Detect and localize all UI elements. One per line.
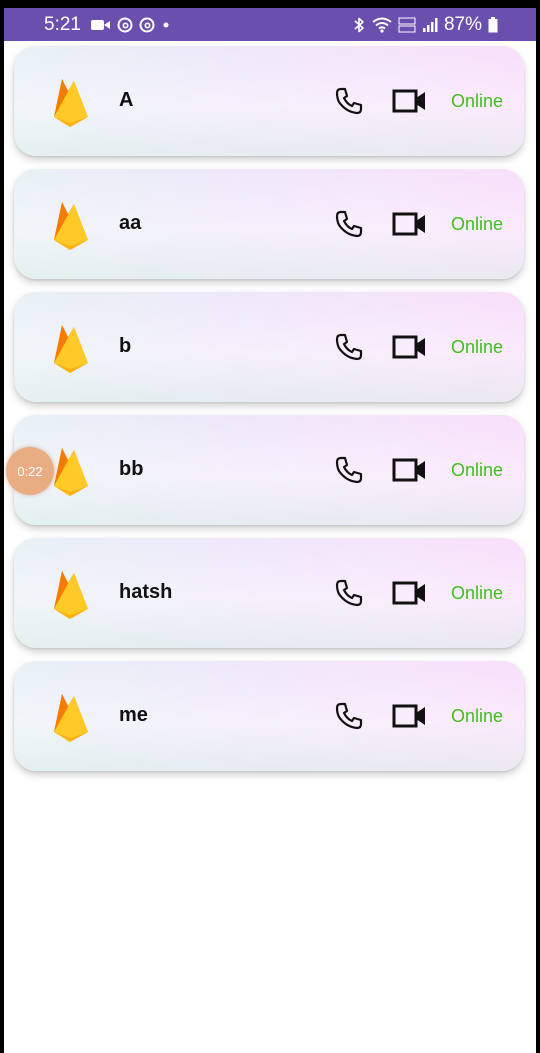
firebase-logo-icon (54, 202, 88, 250)
user-name: me (119, 704, 148, 726)
video-call-icon[interactable] (392, 703, 428, 729)
user-card[interactable]: A Online (14, 46, 524, 156)
online-status: Online (451, 583, 504, 603)
battery-icon (488, 16, 498, 33)
battery-percent: 87% (443, 13, 482, 35)
online-status: Online (451, 91, 504, 111)
user-card[interactable]: bb Online (14, 415, 524, 525)
phone-call-icon[interactable] (334, 86, 364, 116)
status-bar: 5:21 87% (4, 8, 536, 41)
user-name: aa (119, 212, 142, 234)
volte-icon (398, 16, 416, 34)
user-card[interactable]: b Online (14, 292, 524, 402)
dot-icon (161, 20, 171, 30)
online-status: Online (451, 706, 504, 726)
video-call-icon[interactable] (392, 88, 428, 114)
phone-call-icon[interactable] (334, 578, 364, 608)
phone-call-icon[interactable] (334, 455, 364, 485)
screen: 5:21 87% A Online aa Online b Online bb … (4, 8, 536, 1053)
recording-timer-bubble[interactable]: 0:22 (6, 447, 54, 495)
user-name: b (119, 335, 132, 357)
user-card[interactable]: me Online (14, 661, 524, 771)
online-status: Online (451, 214, 504, 234)
bluetooth-icon (352, 16, 366, 34)
phone-call-icon[interactable] (334, 209, 364, 239)
phone-call-icon[interactable] (334, 701, 364, 731)
threads-icon (139, 17, 155, 33)
user-card[interactable]: hatsh Online (14, 538, 524, 648)
status-time: 5:21 (44, 13, 81, 35)
firebase-logo-icon (54, 79, 88, 127)
video-call-icon[interactable] (392, 334, 428, 360)
user-name: A (119, 89, 134, 111)
status-right: 87% (352, 8, 498, 41)
firebase-logo-icon (54, 694, 88, 742)
firebase-logo-icon (54, 325, 88, 373)
status-left: 5:21 (44, 8, 171, 41)
online-status: Online (451, 460, 504, 480)
phone-call-icon[interactable] (334, 332, 364, 362)
firebase-logo-icon (54, 571, 88, 619)
online-status: Online (451, 337, 504, 357)
video-call-icon[interactable] (392, 580, 428, 606)
firebase-logo-icon (54, 448, 88, 496)
signal-icon (422, 17, 438, 33)
video-call-icon[interactable] (392, 457, 428, 483)
wifi-icon (372, 17, 392, 33)
user-card[interactable]: aa Online (14, 169, 524, 279)
video-recording-icon (90, 18, 111, 32)
recording-timer-text: 0:22 (17, 463, 43, 479)
video-call-icon[interactable] (392, 211, 428, 237)
user-name: hatsh (119, 581, 173, 603)
user-name: bb (119, 458, 144, 480)
threads-icon (117, 17, 133, 33)
